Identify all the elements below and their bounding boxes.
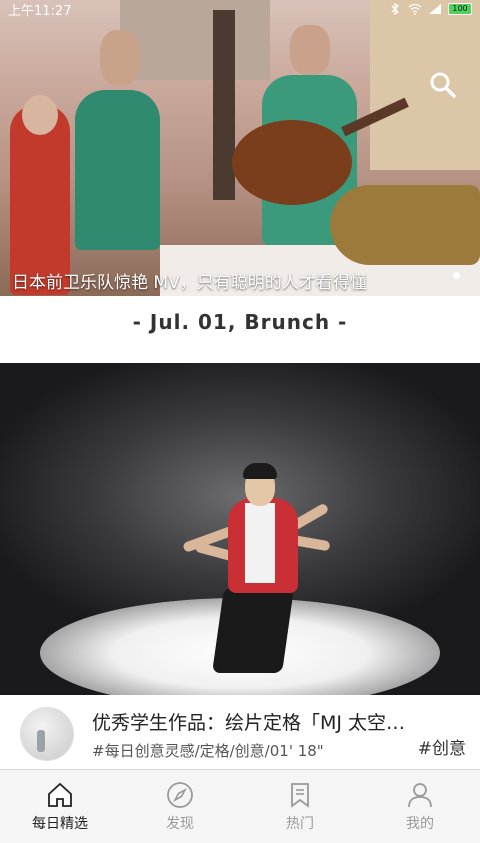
search-button[interactable] [428,70,458,100]
video-title: 优秀学生作品：绘片定格「MJ 太空步」 [92,711,408,734]
nav-label: 每日精选 [32,815,88,832]
wifi-icon [408,3,422,15]
author-avatar[interactable] [20,707,74,761]
battery-icon: 100 [448,3,472,15]
banner-image-door [213,10,235,200]
video-meta: #每日创意灵感/定格/创意/01' 18" [92,741,324,760]
carousel-indicator [453,272,460,279]
app-screen: 上午11:27 100 日本前卫乐队惊艳 MV，只有聪明的人才看得懂 - Jul… [0,0,480,843]
banner-image-figure [75,30,160,250]
banner-image-guitar [232,120,352,205]
video-info-text: 优秀学生作品：绘片定格「MJ 太空步」 #每日创意灵感/定格/创意/01' 18… [92,708,408,761]
banner-image-shelf [370,0,480,170]
person-icon [408,782,432,807]
compass-icon [167,781,193,808]
status-bar: 上午11:27 100 [0,0,480,19]
bluetooth-icon [391,3,400,15]
status-time: 上午11:27 [8,3,72,19]
banner-caption: 日本前卫乐队惊艳 MV，只有聪明的人才看得懂 [12,273,367,293]
signal-icon [429,4,441,14]
nav-item-popular[interactable]: 热门 [240,770,360,843]
nav-label: 发现 [166,815,194,832]
bookmark-icon [291,782,309,808]
nav-label: 热门 [286,815,314,832]
video-info-row[interactable]: 优秀学生作品：绘片定格「MJ 太空步」 #每日创意灵感/定格/创意/01' 18… [0,700,480,768]
featured-banner[interactable]: 上午11:27 100 日本前卫乐队惊艳 MV，只有聪明的人才看得懂 [0,0,480,296]
video-cover-dancer-shirt [245,503,275,583]
nav-item-mine[interactable]: 我的 [360,770,480,843]
bottom-nav: 每日精选 发现 热门 我的 [0,769,480,843]
section-date-heading: - Jul. 01, Brunch - [132,310,348,334]
nav-item-discover[interactable]: 发现 [120,770,240,843]
video-tag[interactable]: #创意 [418,734,466,759]
nav-item-daily-selection[interactable]: 每日精选 [0,770,120,843]
carousel-dot[interactable] [453,272,460,279]
video-cover-dancer-legs [212,588,294,673]
video-cover-dancer-hair [243,463,277,479]
search-icon [430,72,456,98]
status-icons: 100 [388,3,472,15]
home-icon [48,782,72,807]
banner-image-figure [10,95,70,295]
video-cover[interactable] [0,363,480,695]
banner-image-figure [330,185,480,265]
nav-label: 我的 [406,815,434,832]
